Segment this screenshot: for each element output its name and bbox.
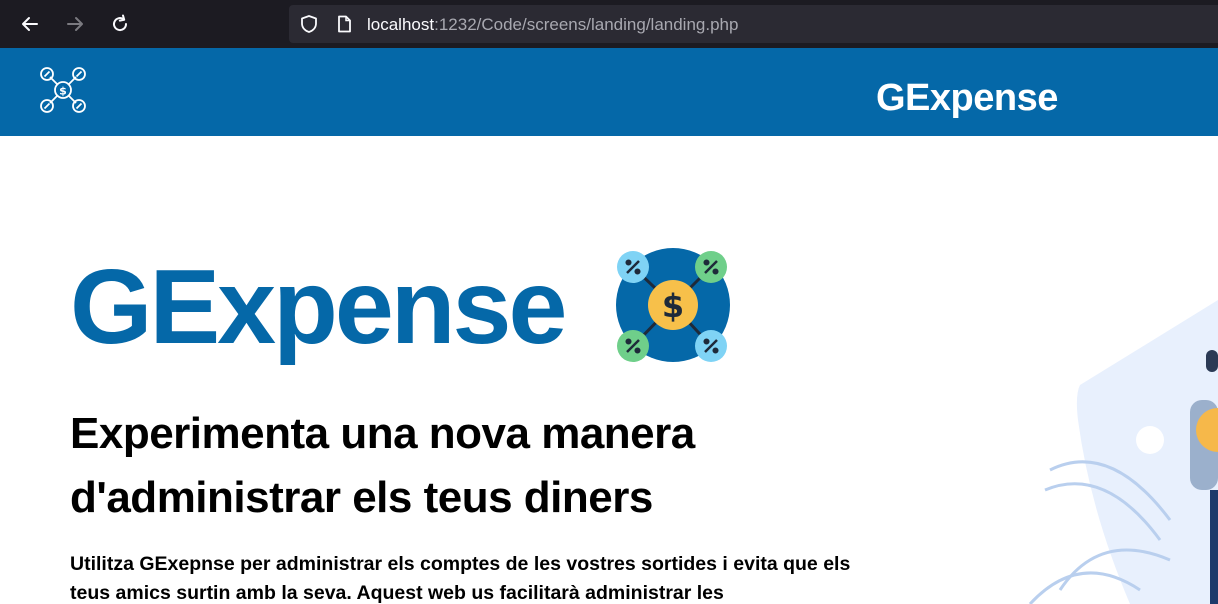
svg-text:$: $ <box>59 85 67 98</box>
address-bar[interactable]: localhost:1232/Code/screens/landing/land… <box>289 5 1218 43</box>
hero-title: GExpense <box>70 248 567 366</box>
back-button[interactable] <box>14 8 46 40</box>
page-info-icon[interactable] <box>335 15 353 33</box>
url-text[interactable]: localhost:1232/Code/screens/landing/land… <box>367 15 738 35</box>
gexpense-logo-icon: $ <box>616 248 730 362</box>
hero-description: Utilitza GExepnse per administrar els co… <box>70 553 851 604</box>
hero-illustration <box>1028 300 1218 604</box>
url-path: :1232/Code/screens/landing/landing.php <box>434 15 739 34</box>
reload-button[interactable] <box>104 8 136 40</box>
hero-subtitle: Experimenta una nova manera d'administra… <box>70 409 695 522</box>
browser-toolbar: localhost:1232/Code/screens/landing/land… <box>0 0 1218 48</box>
app-header: $ GExpense <box>0 48 1218 136</box>
arrow-left-icon <box>22 17 38 31</box>
arrow-right-icon <box>67 17 83 31</box>
shield-icon[interactable] <box>299 14 319 34</box>
svg-text:$: $ <box>662 287 684 325</box>
reload-icon <box>113 14 128 32</box>
header-title: GExpense <box>876 77 1058 119</box>
url-host: localhost <box>367 15 435 34</box>
forward-button[interactable] <box>59 8 91 40</box>
gexpense-logo-icon[interactable]: $ <box>38 65 88 115</box>
